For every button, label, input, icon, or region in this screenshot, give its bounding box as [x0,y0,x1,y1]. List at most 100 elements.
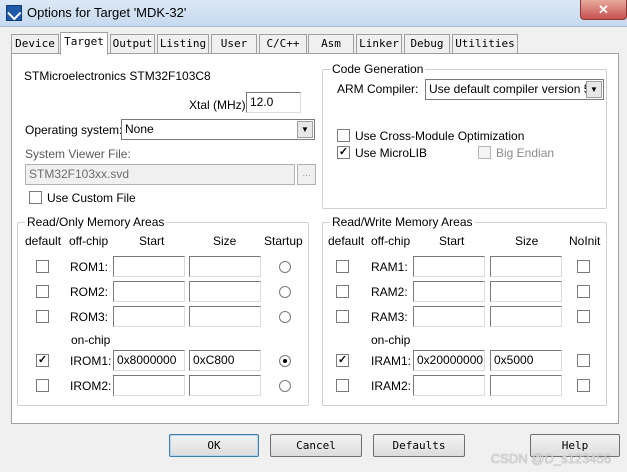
ram1-label: RAM1: [371,260,408,274]
tab-listing[interactable]: Listing [157,34,209,54]
irom1-startup-radio[interactable] [279,355,291,367]
rom3-default-checkbox[interactable] [36,310,49,323]
rw-header-default: default [328,234,365,248]
iram2-label: IRAM2: [371,379,412,393]
use-custom-file-checkbox[interactable] [29,191,42,204]
os-select-value: None [125,122,154,136]
cancel-button[interactable]: Cancel [270,434,362,457]
rom2-start-input[interactable] [113,281,185,302]
rom3-size-input[interactable] [189,306,261,327]
close-button[interactable]: ✕ [580,0,627,20]
defaults-button[interactable]: Defaults [373,434,465,457]
irom1-default-checkbox[interactable]: ✓ [36,354,49,367]
iram1-size-input[interactable]: 0x5000 [490,350,562,371]
device-name: STMicroelectronics STM32F103C8 [24,69,211,83]
ro-on-chip-label: on-chip [71,333,111,347]
tab-debug[interactable]: Debug [404,34,450,54]
ram2-default-checkbox[interactable] [336,285,349,298]
chevron-down-icon[interactable]: ▼ [297,121,313,138]
iram2-noinit-checkbox[interactable] [577,379,590,392]
tab-cc[interactable]: C/C++ [259,34,307,54]
use-custom-file-label: Use Custom File [47,191,136,205]
irom2-startup-radio[interactable] [279,380,291,392]
arm-compiler-label: ARM Compiler: [337,82,419,96]
ram1-default-checkbox[interactable] [336,260,349,273]
rom1-startup-radio[interactable] [279,261,291,273]
svd-browse-button[interactable]: ... [297,164,316,185]
ram2-noinit-checkbox[interactable] [577,285,590,298]
rw-header-start: Start [439,234,465,248]
xtal-input[interactable]: 12.0 [246,92,301,113]
rw-on-chip-label: on-chip [371,333,411,347]
rom2-startup-radio[interactable] [279,286,291,298]
tab-linker[interactable]: Linker [356,34,402,54]
rom3-startup-radio[interactable] [279,311,291,323]
ro-header-default: default [25,234,62,248]
chevron-down-icon[interactable]: ▼ [586,81,602,98]
arm-compiler-value: Use default compiler version 5 [429,82,591,96]
ram2-label: RAM2: [371,285,408,299]
microlib-label: Use MicroLIB [355,146,428,160]
microlib-checkbox[interactable]: ✓ [337,146,350,159]
ram1-noinit-checkbox[interactable] [577,260,590,273]
tab-user[interactable]: User [211,34,257,54]
tab-asm[interactable]: Asm [308,34,354,54]
arm-compiler-select[interactable]: Use default compiler version 5 ▼ [425,79,604,100]
irom2-label: IROM2: [70,379,112,393]
rom1-default-checkbox[interactable] [36,260,49,273]
ram3-default-checkbox[interactable] [336,310,349,323]
tab-utilities[interactable]: Utilities [452,34,518,54]
ok-button[interactable]: OK [169,434,259,457]
ram2-start-input[interactable] [413,281,485,302]
tab-device[interactable]: Device [11,34,59,54]
os-select[interactable]: None ▼ [121,119,315,140]
ram1-start-input[interactable] [413,256,485,277]
code-generation-group: Code Generation ARM Compiler: Use defaul… [322,62,607,209]
rom2-size-input[interactable] [189,281,261,302]
rom2-default-checkbox[interactable] [36,285,49,298]
iram1-default-checkbox[interactable]: ✓ [336,354,349,367]
ro-header-startup: Startup [264,234,303,248]
svd-file-input[interactable]: STM32F103xx.svd [25,164,295,185]
iram1-noinit-checkbox[interactable] [577,354,590,367]
ram3-size-input[interactable] [490,306,562,327]
xtal-label: Xtal (MHz): [189,98,249,112]
rom1-size-input[interactable] [189,256,261,277]
irom1-start-input[interactable]: 0x8000000 [113,350,185,371]
rw-header-size: Size [515,234,539,248]
iram2-size-input[interactable] [490,375,562,396]
tab-output[interactable]: Output [110,34,155,54]
iram2-start-input[interactable] [413,375,485,396]
title-bar: Options for Target 'MDK-32' ✕ [0,0,627,27]
rom1-label: ROM1: [70,260,109,274]
tab-target[interactable]: Target [60,32,108,55]
irom1-size-input[interactable]: 0xC800 [189,350,261,371]
irom2-size-input[interactable] [189,375,261,396]
iram2-default-checkbox[interactable] [336,379,349,392]
os-label: Operating system: [25,123,123,137]
ram3-noinit-checkbox[interactable] [577,310,590,323]
rom3-start-input[interactable] [113,306,185,327]
ro-header-off-chip: off-chip [69,234,109,248]
ram3-start-input[interactable] [413,306,485,327]
rom1-start-input[interactable] [113,256,185,277]
rw-memory-group: Read/Write Memory Areas default off-chip… [322,215,607,406]
irom1-label: IROM1: [70,354,112,368]
svd-label: System Viewer File: [25,147,131,161]
rw-memory-title: Read/Write Memory Areas [330,215,475,229]
iram1-start-input[interactable]: 0x20000000 [413,350,485,371]
ram3-label: RAM3: [371,310,408,324]
cross-module-label: Use Cross-Module Optimization [355,129,525,143]
ram1-size-input[interactable] [490,256,562,277]
window-title: Options for Target 'MDK-32' [27,5,187,20]
ro-memory-title: Read/Only Memory Areas [25,215,167,229]
code-generation-title: Code Generation [330,62,426,76]
big-endian-checkbox[interactable] [478,146,491,159]
irom2-default-checkbox[interactable] [36,379,49,392]
ro-memory-group: Read/Only Memory Areas default off-chip … [17,215,309,406]
ram2-size-input[interactable] [490,281,562,302]
cross-module-checkbox[interactable] [337,129,350,142]
irom2-start-input[interactable] [113,375,185,396]
target-tab-panel: STMicroelectronics STM32F103C8 Xtal (MHz… [11,53,619,424]
ro-header-start: Start [139,234,165,248]
